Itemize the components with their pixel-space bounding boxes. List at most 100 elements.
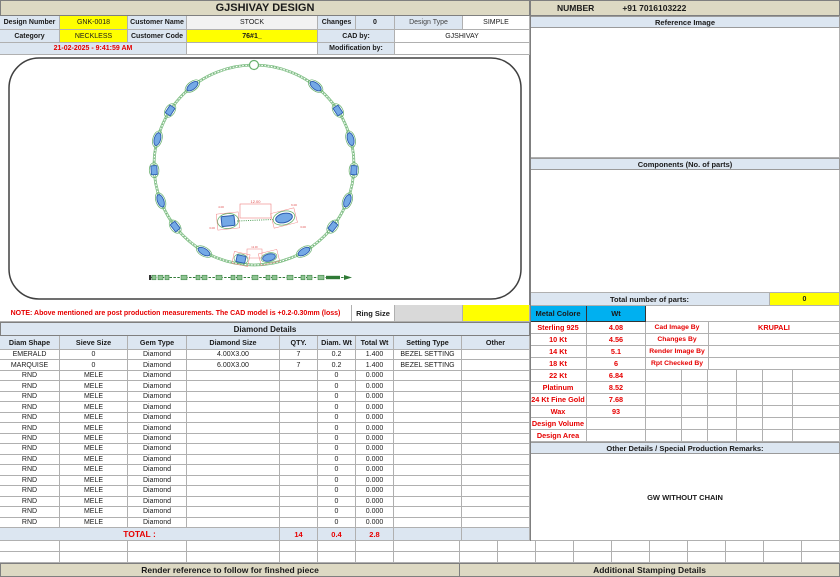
cell-setting-type[interactable] (394, 381, 462, 391)
metal-weight[interactable]: 5.1 (587, 346, 646, 358)
cell-diamond-size[interactable] (187, 497, 280, 507)
cell-diamond-size[interactable] (187, 423, 280, 433)
cell-total-wt[interactable]: 0.000 (356, 402, 394, 412)
metal-name[interactable]: 24 Kt Fine Gold (530, 394, 587, 406)
cell-setting-type[interactable] (394, 434, 462, 444)
cell-setting-type[interactable] (394, 497, 462, 507)
metal-name[interactable]: Platinum (530, 382, 587, 394)
spare-cell[interactable] (688, 552, 726, 563)
credit-value[interactable] (709, 334, 840, 346)
metal-name[interactable]: Design Area (530, 430, 587, 442)
spare-cell[interactable] (394, 541, 460, 552)
cell-gem-type[interactable]: Diamond (128, 350, 187, 360)
spare-cell[interactable] (802, 541, 840, 552)
spare-cell[interactable] (726, 541, 764, 552)
cell-qty[interactable] (280, 402, 318, 412)
cell-gem-type[interactable]: Diamond (128, 360, 187, 370)
cell-total-wt[interactable]: 0.000 (356, 434, 394, 444)
cell-diam-wt[interactable]: 0 (318, 507, 356, 517)
metal-weight[interactable]: 93 (587, 406, 646, 418)
cell-other[interactable] (462, 392, 530, 402)
cell-diam-wt[interactable]: 0 (318, 413, 356, 423)
spare-cell[interactable] (612, 552, 650, 563)
cell-diamond-size[interactable] (187, 486, 280, 496)
cad-by-value[interactable]: GJSHIVAY (395, 30, 530, 43)
grid-cell[interactable] (682, 382, 708, 394)
grid-cell[interactable] (682, 394, 708, 406)
grid-cell[interactable] (793, 406, 840, 418)
grid-cell[interactable] (646, 418, 682, 430)
cell-gem-type[interactable]: Diamond (128, 371, 187, 381)
cell-diam-shape[interactable]: RND (0, 518, 60, 528)
cell-sieve-size[interactable]: 0 (60, 350, 128, 360)
cell-gem-type[interactable]: Diamond (128, 507, 187, 517)
metal-name[interactable]: Sterling 925 (530, 322, 587, 334)
cell-other[interactable] (462, 518, 530, 528)
grid-cell[interactable] (646, 406, 682, 418)
design-type-value[interactable]: SIMPLE (463, 16, 530, 30)
spare-cell[interactable] (187, 541, 280, 552)
cell-total-wt[interactable]: 0.000 (356, 413, 394, 423)
spare-cell[interactable] (498, 552, 536, 563)
cell-setting-type[interactable] (394, 413, 462, 423)
credit-value[interactable] (709, 358, 840, 370)
cell-total-wt[interactable]: 0.000 (356, 423, 394, 433)
cell-sieve-size[interactable]: MELE (60, 413, 128, 423)
spare-cell[interactable] (802, 552, 840, 563)
cell-diam-wt[interactable]: 0 (318, 444, 356, 454)
cell-qty[interactable] (280, 413, 318, 423)
cell-diamond-size[interactable] (187, 476, 280, 486)
cell-qty[interactable] (280, 476, 318, 486)
grid-cell[interactable] (708, 430, 737, 442)
cell-sieve-size[interactable]: MELE (60, 476, 128, 486)
cell-gem-type[interactable]: Diamond (128, 455, 187, 465)
grid-cell[interactable] (763, 406, 793, 418)
cell-other[interactable] (462, 507, 530, 517)
cell-sieve-size[interactable]: MELE (60, 444, 128, 454)
cell-diam-wt[interactable]: 0 (318, 371, 356, 381)
cell-diam-shape[interactable]: MARQUISE (0, 360, 60, 370)
spare-cell[interactable] (536, 541, 574, 552)
cell-diam-shape[interactable]: RND (0, 497, 60, 507)
cell-diamond-size[interactable]: 6.00X3.00 (187, 360, 280, 370)
spare-cell[interactable] (280, 541, 318, 552)
spare-cell[interactable] (650, 541, 688, 552)
grid-cell[interactable] (708, 418, 737, 430)
cell-sieve-size[interactable]: MELE (60, 486, 128, 496)
cell-diamond-size[interactable] (187, 413, 280, 423)
cell-diam-shape[interactable]: RND (0, 465, 60, 475)
grid-cell[interactable] (708, 394, 737, 406)
credit-value[interactable]: KRUPALI (709, 322, 840, 334)
cell-other[interactable] (462, 434, 530, 444)
cell-setting-type[interactable] (394, 518, 462, 528)
cell-sieve-size[interactable]: MELE (60, 371, 128, 381)
spare-cell[interactable] (318, 541, 356, 552)
cell-total-wt[interactable]: 1.400 (356, 360, 394, 370)
cell-gem-type[interactable]: Diamond (128, 381, 187, 391)
cell-diam-wt[interactable]: 0 (318, 392, 356, 402)
cell-setting-type[interactable] (394, 486, 462, 496)
cell-diamond-size[interactable] (187, 455, 280, 465)
cell-sieve-size[interactable]: MELE (60, 392, 128, 402)
cell-other[interactable] (462, 381, 530, 391)
cell-setting-type[interactable] (394, 402, 462, 412)
cell-qty[interactable] (280, 381, 318, 391)
grid-cell[interactable] (682, 418, 708, 430)
cell-other[interactable] (462, 423, 530, 433)
spare-cell[interactable] (60, 541, 128, 552)
cell-qty[interactable] (280, 434, 318, 444)
cell-other[interactable] (462, 350, 530, 360)
cell-setting-type[interactable] (394, 392, 462, 402)
grid-cell[interactable] (763, 382, 793, 394)
cell-diam-wt[interactable]: 0 (318, 518, 356, 528)
grid-cell[interactable] (737, 406, 763, 418)
changes-value[interactable]: 0 (356, 16, 395, 30)
cell-gem-type[interactable]: Diamond (128, 434, 187, 444)
cell-qty[interactable]: 7 (280, 350, 318, 360)
cell-qty[interactable] (280, 392, 318, 402)
ring-size-value[interactable] (395, 305, 463, 322)
grid-cell[interactable] (646, 382, 682, 394)
spare-cell[interactable] (688, 541, 726, 552)
cell-setting-type[interactable] (394, 465, 462, 475)
cell-diamond-size[interactable] (187, 402, 280, 412)
